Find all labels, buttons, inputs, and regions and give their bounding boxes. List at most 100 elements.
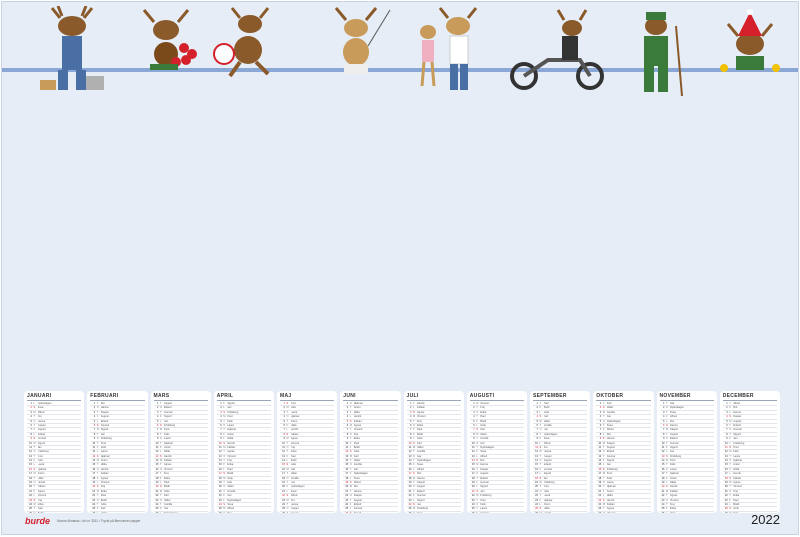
name-day: Anton — [100, 459, 108, 463]
day-number: 1 — [663, 402, 665, 405]
day-number: 15 — [471, 463, 475, 467]
day-number: 1 — [346, 402, 349, 405]
name-day: Ivar — [353, 467, 359, 471]
name-day: Paul — [417, 428, 423, 432]
day-number: 13 — [408, 454, 412, 458]
month-augusti: AUGUSTI 1 M Vincent 2 T Frej 3 O Erika 4 T Paul 5 F Bod… — [466, 391, 527, 513]
calendar-year: 2022 — [751, 512, 780, 527]
name-day: Gunnar — [164, 410, 173, 414]
day-number: 6 — [346, 423, 349, 427]
day-number: 25 — [345, 507, 349, 511]
day-number: 22 — [724, 494, 728, 498]
day-number: 6 — [157, 423, 159, 427]
name-day: Agnes — [733, 481, 741, 485]
name-day: Rut — [290, 498, 295, 502]
name-day: Hjalmar — [227, 428, 237, 432]
name-day: Rut — [227, 512, 271, 513]
day-number: 24 — [724, 502, 728, 506]
name-day: Valter — [164, 498, 171, 502]
day-number: 16 — [408, 467, 412, 471]
day-number: 22 — [155, 494, 159, 498]
day-number: 16 — [598, 467, 602, 471]
day-number: 17 — [724, 472, 728, 476]
name-day: Knut — [37, 454, 43, 458]
name-day: Jan — [227, 406, 232, 410]
name-day: Frej — [290, 445, 295, 449]
name-day: Nyårsdagen — [164, 512, 208, 513]
day-number: 24 — [598, 502, 602, 506]
day-number: 2 — [663, 406, 665, 410]
name-day: Paul — [100, 494, 106, 498]
day-number: 12 — [724, 450, 728, 454]
name-day: Sigurd — [227, 402, 235, 405]
day-number: 16 — [92, 467, 96, 471]
name-day: Vincent — [607, 512, 651, 513]
name-day: Hjalmar — [164, 441, 173, 445]
name-day: Kasper — [733, 415, 742, 419]
name-day: Felix — [164, 432, 170, 436]
day-number: 15 — [155, 463, 159, 467]
name-day: August — [543, 459, 552, 463]
day-number: 17 — [155, 472, 159, 476]
name-day: Alfred — [417, 467, 424, 471]
name-day: Svea — [290, 489, 297, 493]
name-day: Knut — [417, 512, 461, 513]
day-number: 21 — [661, 489, 665, 493]
day-number: 12 — [598, 450, 602, 454]
name-day: Erland — [606, 450, 615, 454]
day-number: 19 — [92, 481, 96, 485]
name-day: Gunilla — [290, 476, 299, 480]
name-day: Vincent — [353, 428, 363, 432]
name-day: Paul — [670, 512, 714, 513]
name-day: Felix — [227, 419, 233, 423]
day-row: 26LValter — [90, 512, 144, 513]
day-row: 26TRut — [217, 512, 271, 513]
day-number: 13 — [282, 454, 285, 458]
day-number: 22 — [535, 494, 538, 498]
name-day: Hjalmar — [100, 454, 110, 458]
day-number: 4 — [599, 415, 602, 419]
day-number: 24 — [535, 502, 538, 506]
name-day: Anton — [37, 472, 45, 476]
day-number: 21 — [155, 489, 159, 493]
name-day: Jan — [417, 502, 422, 506]
name-day: Ivar — [606, 415, 612, 419]
day-number: 2 — [473, 406, 475, 410]
day-number: 7 — [157, 428, 159, 432]
month-title: DECEMBER — [722, 393, 777, 401]
name-day: Ivar — [543, 428, 548, 432]
day-number: 11 — [92, 445, 96, 449]
name-day: Rut — [480, 459, 485, 463]
day-number: 1 — [410, 402, 412, 405]
name-day: Svea — [417, 463, 423, 467]
name-day: Jan — [164, 419, 169, 423]
month-oktober: OKTOBER 1 L Karl 2 S Valter 3 M Gunilla 4 T Ivar 5 O Ny… — [593, 391, 654, 513]
name-day: Agnes — [417, 410, 425, 414]
name-day: August — [733, 419, 742, 423]
day-row: 26LNyårsdagen — [154, 512, 208, 513]
day-number: 23 — [282, 498, 285, 502]
name-day: August — [100, 415, 109, 419]
name-day: Göte — [227, 476, 233, 480]
name-day: Vincent — [670, 498, 679, 502]
name-day: Fabian — [290, 432, 299, 436]
day-number: 4 — [220, 415, 222, 419]
name-day: Erland — [353, 502, 362, 506]
day-number: 13 — [724, 454, 728, 458]
name-day: Ivar — [164, 507, 169, 511]
name-day: Fabian — [37, 485, 46, 489]
name-day: Svea — [353, 476, 360, 480]
day-number: 19 — [661, 481, 665, 485]
name-day: Kasper — [100, 410, 109, 414]
name-day: Gunnar — [353, 507, 363, 511]
month-april: APRIL 1 F Sigurd 2 L Jan 3 S Frideborg 4 M Knut 5 T Fel… — [213, 391, 274, 513]
name-day: Fabian — [100, 472, 109, 476]
name-day: Henrik — [417, 402, 425, 405]
day-number: 8 — [473, 432, 475, 436]
day-number: 19 — [724, 481, 728, 485]
day-number: 17 — [471, 472, 475, 476]
name-day: Anton — [606, 489, 614, 493]
name-day: Erland — [543, 463, 552, 467]
day-number: 22 — [282, 494, 285, 498]
name-day: Fabian — [670, 489, 678, 493]
